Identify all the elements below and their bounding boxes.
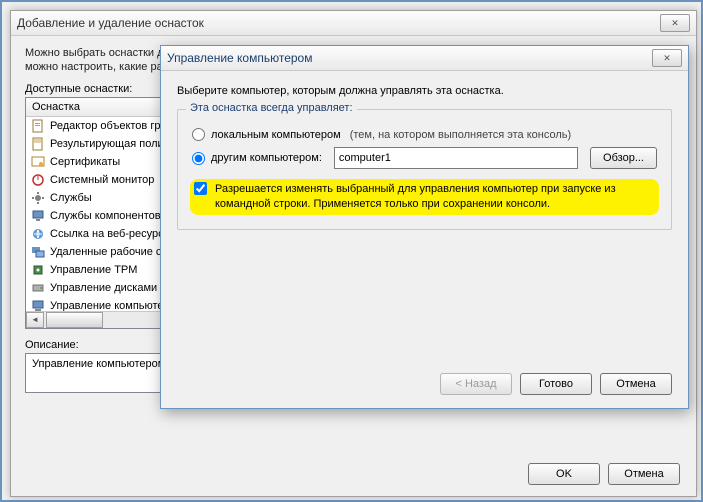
perf-icon <box>30 172 46 188</box>
browse-button[interactable]: Обзор... <box>590 147 657 169</box>
radio-remote[interactable] <box>192 152 205 165</box>
radio-remote-row[interactable]: другим компьютером: Обзор... <box>192 147 657 169</box>
cancel-button[interactable]: Отмена <box>600 373 672 395</box>
finish-button[interactable]: Готово <box>520 373 592 395</box>
allow-change-row[interactable]: Разрешается изменять выбранный для управ… <box>190 179 659 215</box>
list-item-label: Службы компонентов <box>50 210 161 222</box>
list-item-label: Сертификаты <box>50 156 120 168</box>
description-text: Управление компьютером <box>32 358 165 370</box>
list-item-label: Службы <box>50 192 92 204</box>
gear-icon <box>30 190 46 206</box>
rdp-icon <box>30 244 46 260</box>
computer-management-wizard: Управление компьютером ✕ Выберите компью… <box>160 45 689 409</box>
link-icon <box>30 226 46 242</box>
policy-icon <box>30 136 46 152</box>
radio-local-label: локальным компьютером <box>211 129 341 141</box>
list-item-label: Системный монитор <box>50 174 154 186</box>
cancel-button[interactable]: Отмена <box>608 463 680 485</box>
parent-title: Добавление и удаление оснасток <box>17 16 204 30</box>
doc-icon <box>30 118 46 134</box>
radio-local-hint: (тем, на котором выполняется эта консоль… <box>350 129 571 141</box>
child-titlebar: Управление компьютером ✕ <box>161 46 688 71</box>
scroll-left-icon[interactable]: ◄ <box>26 312 44 328</box>
back-button: < Назад <box>440 373 512 395</box>
scroll-thumb[interactable] <box>46 312 103 328</box>
remote-computer-input[interactable] <box>334 147 578 169</box>
comp-icon <box>30 208 46 224</box>
radio-local[interactable] <box>192 128 205 141</box>
tpm-icon <box>30 262 46 278</box>
child-title: Управление компьютером <box>167 51 312 65</box>
allow-change-checkbox[interactable] <box>194 182 207 195</box>
close-icon[interactable]: ✕ <box>660 14 690 32</box>
ok-button[interactable]: OK <box>528 463 600 485</box>
list-item-label: Ссылка на веб-ресурс <box>50 228 164 240</box>
target-fieldset: Эта оснастка всегда управляет: локальным… <box>177 109 672 230</box>
radio-remote-label: другим компьютером: <box>211 152 322 164</box>
list-item-label: Управление TPM <box>50 264 137 276</box>
parent-titlebar: Добавление и удаление оснасток ✕ <box>11 11 696 36</box>
disk-icon <box>30 280 46 296</box>
allow-change-label: Разрешается изменять выбранный для управ… <box>215 182 651 212</box>
radio-local-row[interactable]: локальным компьютером (тем, на котором в… <box>192 128 657 141</box>
wizard-prompt: Выберите компьютер, которым должна управ… <box>177 85 672 97</box>
close-icon[interactable]: ✕ <box>652 49 682 67</box>
fieldset-legend: Эта оснастка всегда управляет: <box>186 102 357 114</box>
list-item-label: Управление дисками <box>50 282 157 294</box>
cert-icon <box>30 154 46 170</box>
